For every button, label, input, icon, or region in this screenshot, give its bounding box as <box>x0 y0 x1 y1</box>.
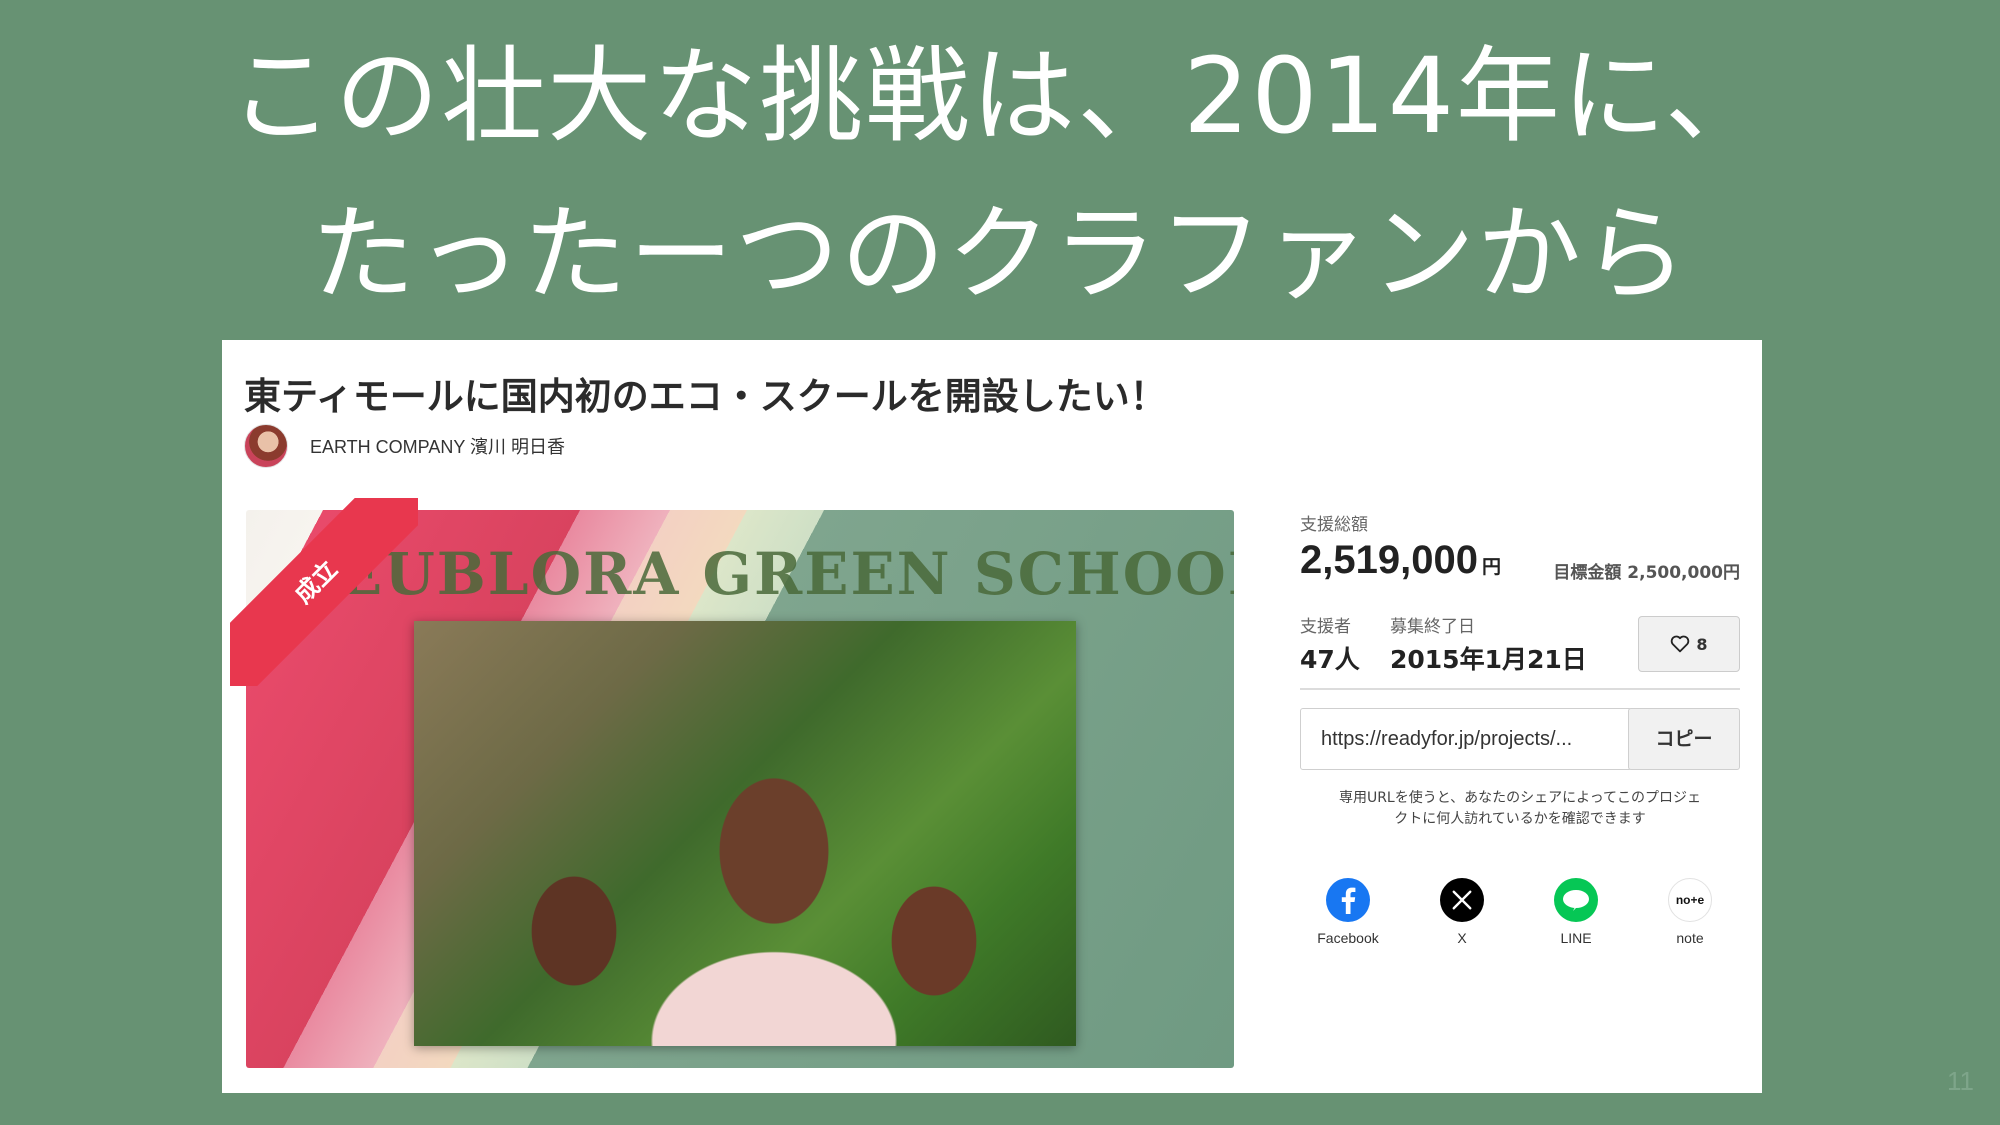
x-label: X <box>1457 930 1467 946</box>
share-buttons: Facebook X LINE no+e note <box>1300 878 1740 946</box>
total-amount: 2,519,000 円 <box>1300 538 1501 583</box>
divider <box>1300 688 1740 690</box>
project-title: 東ティモールに国内初のエコ・スクールを開設したい！ <box>244 375 1167 418</box>
favorite-count: 8 <box>1696 634 1708 654</box>
line-icon <box>1554 878 1598 922</box>
heart-icon <box>1671 635 1690 653</box>
supporters-value: 47人 <box>1300 645 1360 674</box>
share-url-hint-line-1: 専用URLを使うと、あなたのシェアによってこのプロジェ <box>1338 790 1702 806</box>
supporters-label: 支援者 <box>1300 617 1351 637</box>
share-x-button[interactable]: X <box>1416 878 1508 946</box>
note-label: note <box>1676 930 1704 946</box>
author-row[interactable]: EARTH COMPANY 濱川 明日香 <box>244 424 565 468</box>
line-label: LINE <box>1560 930 1592 946</box>
note-icon: no+e <box>1668 878 1712 922</box>
slide-title-line-2: たったーつのクラファンから <box>310 193 1689 315</box>
project-card: 東ティモールに国内初のエコ・スクールを開設したい！ EARTH COMPANY … <box>222 340 1762 1093</box>
author-name[interactable]: EARTH COMPANY 濱川 明日香 <box>310 433 565 459</box>
share-note-button[interactable]: no+e note <box>1644 878 1736 946</box>
page-number: 11 <box>1947 1066 1974 1096</box>
avatar[interactable] <box>244 424 288 468</box>
favorite-button[interactable]: 8 <box>1638 616 1740 672</box>
children-photo <box>414 621 1076 1046</box>
share-url-hint: 専用URLを使うと、あなたのシェアによってこのプロジェ クトに何人訪れているかを… <box>1300 788 1740 830</box>
project-stats-panel: 支援総額 2,519,000 円 目標金額 2,500,000円 支援者 募集終了… <box>1300 510 1740 946</box>
share-facebook-button[interactable]: Facebook <box>1302 878 1394 946</box>
total-label: 支援総額 <box>1300 515 1368 535</box>
x-icon <box>1440 878 1484 922</box>
success-ribbon: 成立 <box>230 498 418 686</box>
deadline-label: 募集終了日 <box>1390 617 1475 637</box>
note-icon-text: no+e <box>1675 893 1705 907</box>
success-ribbon-label: 成立 <box>230 498 418 686</box>
goal-amount: 目標金額 2,500,000円 <box>1553 563 1740 583</box>
copy-button[interactable]: コピー <box>1628 708 1740 770</box>
facebook-icon <box>1326 878 1370 922</box>
deadline-value: 2015年1月21日 <box>1390 645 1587 674</box>
share-url-hint-line-2: クトに何人訪れているかを確認できます <box>1394 811 1646 827</box>
slide-title-line-1: この壮大な挑戦は、2014年に、 <box>229 35 1771 157</box>
share-url-field[interactable]: https://readyfor.jp/projects/... <box>1300 708 1632 770</box>
share-line-button[interactable]: LINE <box>1530 878 1622 946</box>
facebook-label: Facebook <box>1317 930 1379 946</box>
school-banner-text: EUBLORA GREEN SCHOOL <box>338 540 1234 608</box>
yen-unit: 円 <box>1481 557 1501 578</box>
total-value: 2,519,000 <box>1300 538 1478 582</box>
